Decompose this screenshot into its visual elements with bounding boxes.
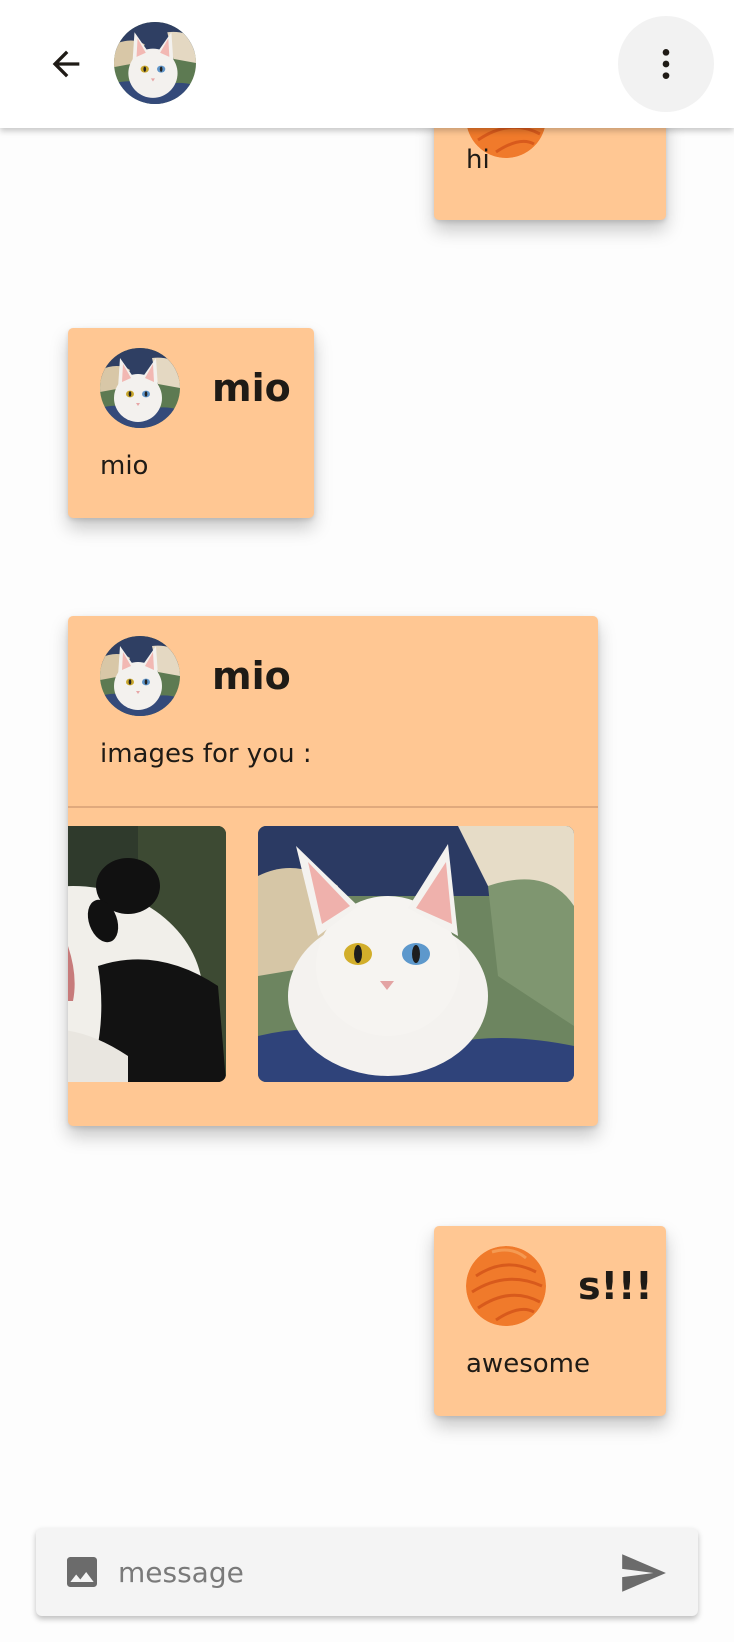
message-text: hi xyxy=(466,145,490,175)
message-composer xyxy=(36,1528,698,1616)
cat-avatar-icon xyxy=(100,636,180,716)
image-icon xyxy=(67,1557,97,1587)
message-text: images for you : xyxy=(100,739,312,769)
top-app-bar xyxy=(0,0,734,128)
arrow-back-icon xyxy=(52,50,80,78)
sender-name: s!!! xyxy=(578,1264,653,1308)
message-bubble: hi xyxy=(434,128,666,220)
message-input[interactable] xyxy=(118,1546,598,1598)
message-bubble: mio mio xyxy=(68,328,314,518)
attach-image-button[interactable] xyxy=(62,1552,102,1592)
sender-avatar xyxy=(100,348,180,428)
sender-avatar xyxy=(466,1246,546,1326)
chat-avatar[interactable] xyxy=(114,22,196,104)
white-cat-photo[interactable] xyxy=(258,826,574,1082)
message-text: mio xyxy=(100,451,149,481)
back-button[interactable] xyxy=(36,34,96,94)
panda-photo[interactable] xyxy=(68,826,226,1082)
message-list[interactable]: hi mio mio mio images for you : s!!! awe… xyxy=(0,128,734,1518)
message-bubble: s!!! awesome xyxy=(434,1226,666,1416)
cat-avatar-icon xyxy=(114,22,196,104)
send-icon xyxy=(622,1554,666,1592)
cat-image xyxy=(258,826,574,1082)
sender-name: mio xyxy=(212,654,291,698)
message-bubble-with-images: mio images for you : xyxy=(68,616,598,1126)
more-vert-icon xyxy=(662,49,670,79)
panda-image xyxy=(68,826,226,1082)
message-text: awesome xyxy=(466,1349,590,1379)
sender-name: mio xyxy=(212,366,291,410)
send-button[interactable] xyxy=(618,1548,668,1598)
divider xyxy=(68,806,598,808)
sender-avatar xyxy=(100,636,180,716)
more-options-button[interactable] xyxy=(618,16,714,112)
orange-ball-avatar-icon xyxy=(466,1246,546,1326)
image-carousel[interactable] xyxy=(68,826,598,1082)
cat-avatar-icon xyxy=(100,348,180,428)
